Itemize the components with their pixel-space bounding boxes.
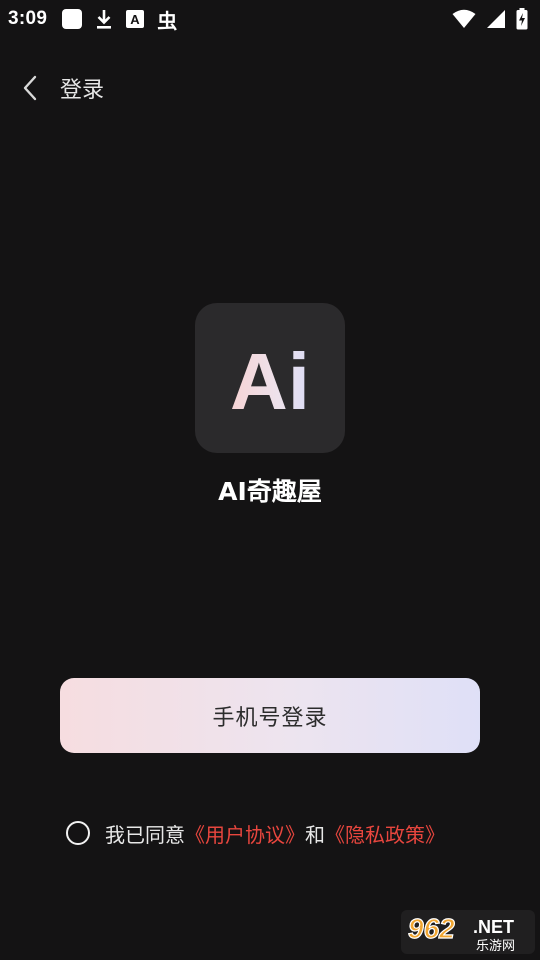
user-agreement-link[interactable]: 《用户协议》 <box>185 819 305 848</box>
back-button[interactable] <box>2 60 58 116</box>
bug-icon: 虫 <box>157 5 177 34</box>
system-icons <box>452 8 528 30</box>
cell-signal-icon <box>486 9 506 29</box>
agreement-row: 我已同意 《用户协议》 和 《隐私政策》 <box>66 814 445 852</box>
app-name: AI奇趣屋 <box>218 477 322 506</box>
status-bar: 3:09 A 虫 <box>0 0 540 38</box>
agreement-prefix: 我已同意 <box>105 822 185 847</box>
wifi-icon <box>452 9 476 29</box>
a-letter-icon: A <box>125 9 145 29</box>
chevron-left-icon <box>23 75 37 101</box>
download-icon <box>95 8 113 30</box>
app-logo-text: Ai <box>230 337 310 426</box>
page-title: 登录 <box>60 78 105 103</box>
notification-icons: A 虫 <box>61 5 177 34</box>
watermark-number: 962 <box>408 913 455 944</box>
privacy-policy-link[interactable]: 《隐私政策》 <box>325 819 445 848</box>
status-left: 3:09 A 虫 <box>8 5 177 34</box>
app-square-icon <box>61 8 83 30</box>
app-logo-mark: Ai <box>230 337 310 426</box>
top-nav: 登录 <box>0 60 540 116</box>
battery-charging-icon <box>516 8 528 30</box>
watermark-suffix: .NET <box>473 917 514 937</box>
bug-glyph: 虫 <box>157 8 178 33</box>
phone-login-button[interactable]: 手机号登录 <box>60 678 480 753</box>
agreement-conjunction: 和 <box>305 822 325 847</box>
app-logo: Ai <box>195 303 345 453</box>
watermark-site: 乐游网 <box>476 939 515 954</box>
a-letter-glyph: A <box>131 12 141 27</box>
status-time: 3:09 <box>8 8 48 29</box>
phone-login-label: 手机号登录 <box>212 705 328 731</box>
site-watermark: 962 .NET 乐游网 <box>400 908 536 956</box>
agree-checkbox[interactable] <box>66 821 90 845</box>
